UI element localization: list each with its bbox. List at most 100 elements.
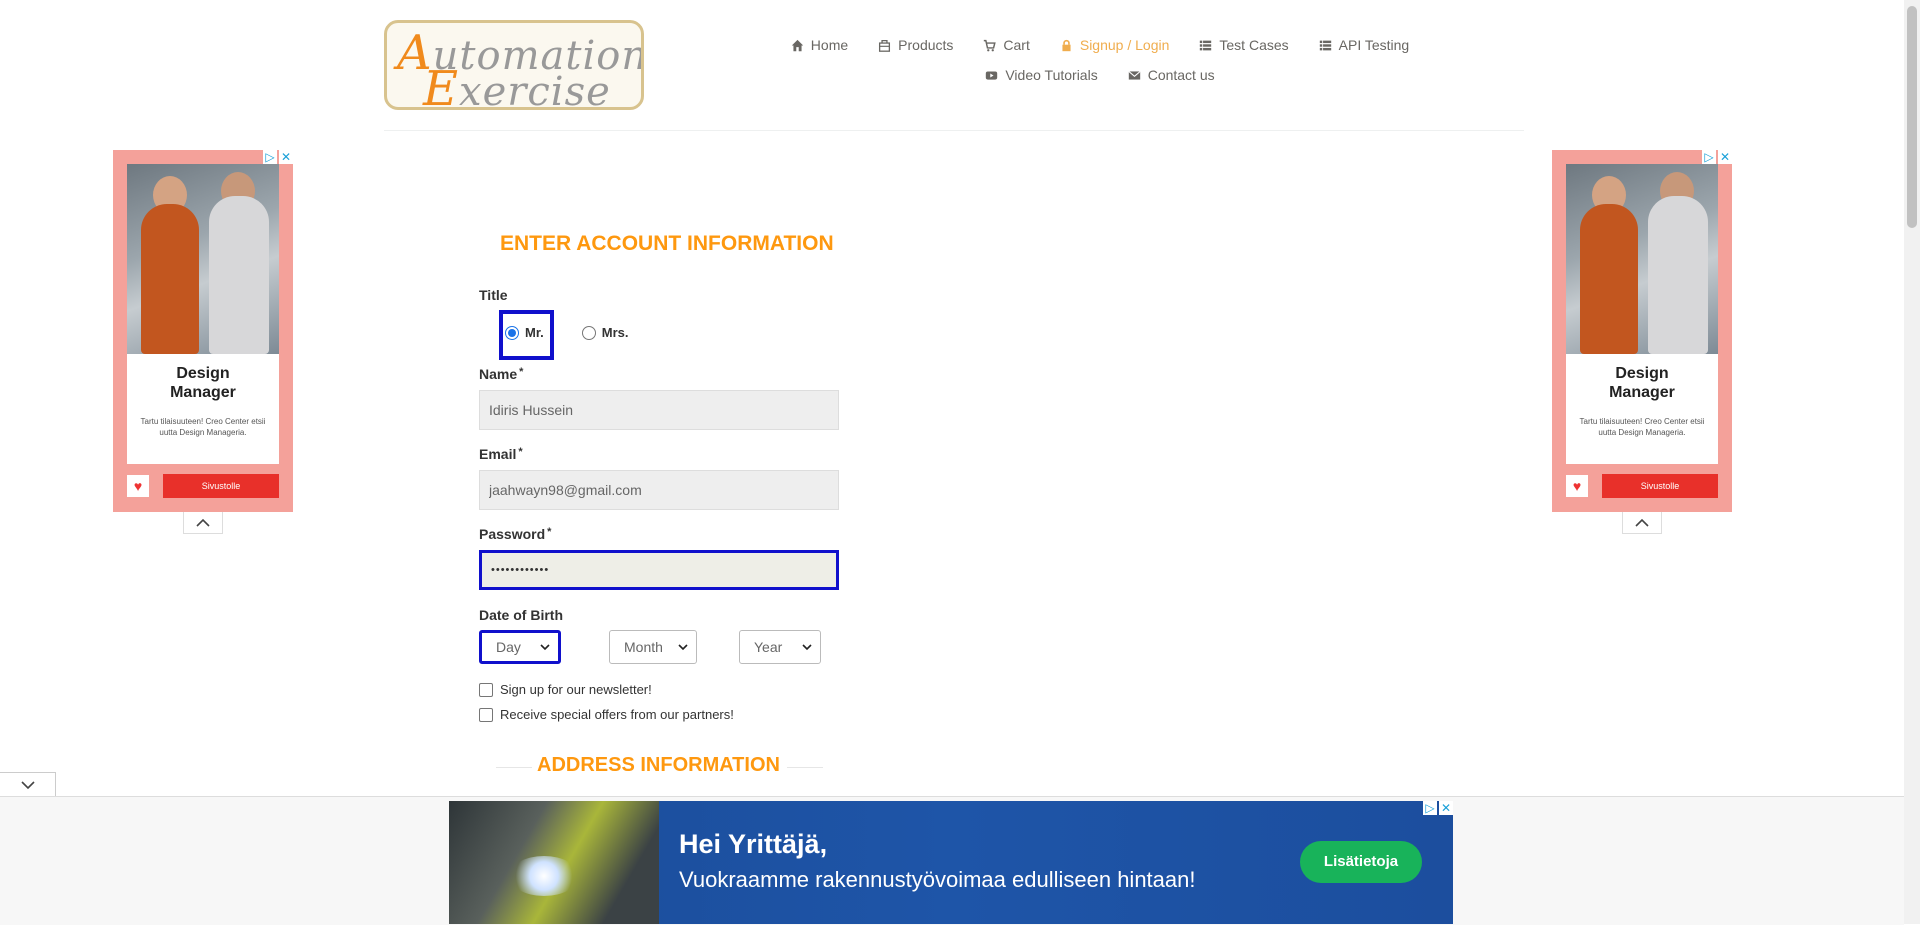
special-offers-option[interactable]: Receive special offers from our partners… [479, 707, 734, 722]
bottom-banner-ad[interactable]: Hei Yrittäjä, Vuokraamme rakennustyövoim… [449, 801, 1453, 924]
ad-card: Design Manager Tartu tilaisuuteen! Creo C… [1566, 354, 1718, 464]
radio-mr-button[interactable] [505, 325, 519, 340]
title-label: Title [479, 287, 508, 303]
newsletter-option[interactable]: Sign up for our newsletter! [479, 682, 652, 697]
page-scrollbar[interactable] [1904, 0, 1920, 924]
ad-title: Design Manager [1609, 365, 1675, 401]
dob-day-select[interactable]: Day [479, 630, 561, 664]
account-info-heading: ENTER ACCOUNT INFORMATION [500, 232, 834, 255]
site-logo[interactable]: Automation Exercise [384, 20, 644, 110]
radio-mrs-label: Mrs. [601, 325, 629, 340]
nav-cart[interactable]: Cart [983, 37, 1030, 53]
chevron-down-icon [540, 643, 550, 650]
nav-signup-login-label: Signup / Login [1079, 37, 1170, 53]
nav-cart-label: Cart [1003, 37, 1030, 53]
name-input[interactable] [479, 390, 839, 430]
envelope-icon [1128, 70, 1141, 80]
ad-card: Design Manager Tartu tilaisuuteen! Creo C… [127, 354, 279, 464]
nav-signup-login[interactable]: Signup / Login [1060, 37, 1170, 53]
main-nav: Home Products Cart Signup / Login Test C… [780, 30, 1420, 90]
close-icon[interactable]: ✕ [1718, 150, 1732, 164]
nav-products-label: Products [898, 37, 954, 53]
ad-photo [1566, 164, 1718, 354]
radio-mr-label: Mr. [525, 325, 544, 340]
left-side-ad[interactable]: Design Manager Tartu tilaisuuteen! Creo C… [113, 150, 293, 512]
ad-cta-button[interactable]: Sivustolle [1602, 474, 1718, 498]
chevron-down-icon [802, 643, 812, 650]
address-heading-rule-right [787, 767, 823, 768]
list-icon [1200, 40, 1212, 50]
ad-controls: ▷ ✕ [263, 150, 293, 164]
dob-label: Date of Birth [479, 607, 563, 623]
password-label: Password * [479, 526, 552, 542]
dob-day-value: Day [496, 639, 521, 655]
chevron-up-icon [196, 518, 210, 527]
right-side-ad[interactable]: Design Manager Tartu tilaisuuteen! Creo C… [1552, 150, 1732, 512]
nav-contact-us-label: Contact us [1147, 67, 1215, 83]
right-ad-collapse-button[interactable] [1622, 512, 1662, 534]
cart-icon [984, 39, 997, 51]
title-radio-group: Mr. Mrs. [500, 310, 629, 340]
newsletter-checkbox[interactable] [479, 682, 493, 697]
address-heading-rule-left [496, 767, 532, 768]
email-input[interactable] [479, 470, 839, 510]
nav-test-cases-label: Test Cases [1219, 37, 1289, 53]
chevron-down-icon [678, 643, 688, 650]
nav-api-testing[interactable]: API Testing [1319, 37, 1410, 53]
chevron-down-icon [20, 781, 35, 790]
left-ad-collapse-button[interactable] [183, 512, 223, 534]
name-label: Name * [479, 366, 524, 382]
close-icon[interactable]: ✕ [279, 150, 293, 164]
nav-row-2: Video Tutorials Contact us [780, 60, 1420, 90]
nav-home[interactable]: Home [791, 37, 848, 53]
close-icon[interactable]: ✕ [1439, 801, 1453, 815]
list-icon [1319, 40, 1331, 50]
nav-api-testing-label: API Testing [1338, 37, 1410, 53]
ad-description: Tartu tilaisuuteen! Creo Center etsii uu… [1579, 417, 1705, 437]
ad-cta-button[interactable]: Sivustolle [163, 474, 279, 498]
youtube-icon [986, 70, 998, 80]
home-icon [791, 39, 803, 51]
email-label: Email * [479, 446, 523, 462]
special-offers-label: Receive special offers from our partners… [500, 707, 734, 722]
banner-subline: Vuokraamme rakennustyövoimaa edulliseen … [679, 867, 1196, 892]
nav-products[interactable]: Products [878, 37, 953, 53]
lock-icon [1062, 39, 1071, 51]
banner-ad-controls: ▷ ✕ [1423, 801, 1453, 815]
logo-text-line2: Exercise [423, 61, 611, 110]
radio-mrs-button[interactable] [581, 325, 596, 340]
products-icon [879, 39, 891, 52]
ad-description: Tartu tilaisuuteen! Creo Center etsii uu… [140, 417, 266, 437]
ad-photo [127, 164, 279, 354]
adchoices-icon[interactable]: ▷ [1702, 150, 1716, 164]
bottom-ad-collapse-button[interactable] [0, 772, 56, 796]
nav-row-1: Home Products Cart Signup / Login Test C… [780, 30, 1420, 60]
nav-video-tutorials-label: Video Tutorials [1005, 67, 1098, 83]
ad-title: Design Manager [170, 365, 236, 401]
banner-cta-button[interactable]: Lisätietoja [1300, 841, 1422, 883]
newsletter-label: Sign up for our newsletter! [500, 682, 652, 697]
banner-headline: Hei Yrittäjä, [679, 829, 828, 859]
address-info-heading: ADDRESS INFORMATION [537, 754, 780, 776]
dob-month-value: Month [624, 639, 663, 655]
header-divider [384, 130, 1524, 131]
scrollbar-thumb[interactable] [1907, 6, 1917, 228]
ad-brand-icon: ♥ [1566, 475, 1588, 497]
special-offers-checkbox[interactable] [479, 707, 493, 722]
radio-mr[interactable]: Mr. [505, 325, 544, 340]
adchoices-icon[interactable]: ▷ [263, 150, 277, 164]
radio-mrs[interactable]: Mrs. [581, 325, 629, 340]
password-input[interactable]: •••••••••••• [479, 550, 839, 590]
banner-photo [449, 801, 659, 924]
nav-video-tutorials[interactable]: Video Tutorials [985, 67, 1098, 83]
nav-home-label: Home [810, 37, 849, 53]
dob-year-value: Year [754, 639, 783, 655]
nav-contact-us[interactable]: Contact us [1128, 67, 1215, 83]
chevron-up-icon [1635, 518, 1649, 527]
nav-test-cases[interactable]: Test Cases [1199, 37, 1289, 53]
dob-month-select[interactable]: Month [609, 630, 697, 664]
adchoices-icon[interactable]: ▷ [1423, 801, 1437, 815]
ad-brand-icon: ♥ [127, 475, 149, 497]
dob-year-select[interactable]: Year [739, 630, 821, 664]
ad-controls: ▷ ✕ [1702, 150, 1732, 164]
